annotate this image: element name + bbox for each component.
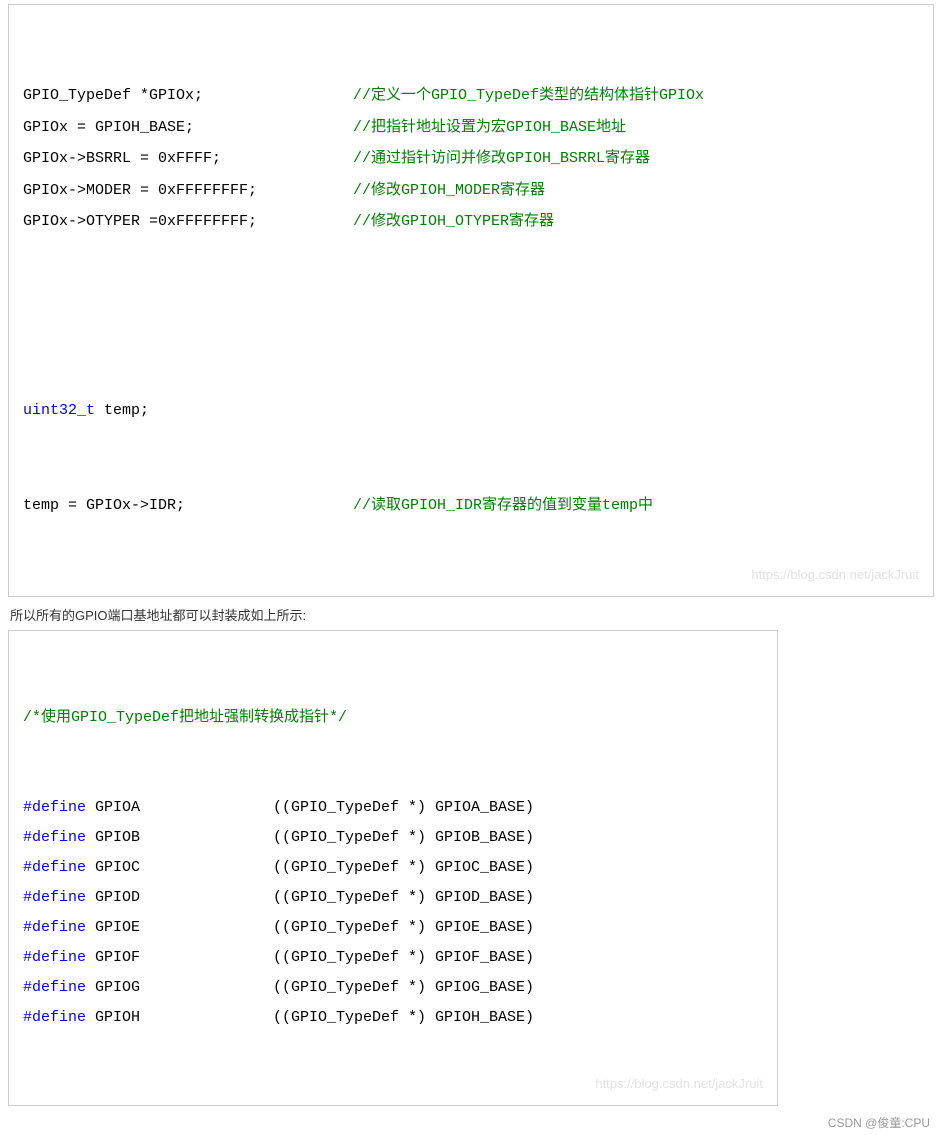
code-text: GPIOx = GPIOH_BASE;: [23, 112, 353, 144]
code-line-last: temp = GPIOx->IDR;//读取GPIOH_IDR寄存器的值到变量t…: [23, 490, 919, 522]
define-left: #define GPIOC: [23, 853, 273, 883]
code-comment: //把指针地址设置为宏GPIOH_BASE地址: [353, 112, 626, 144]
define-left: #define GPIOF: [23, 943, 273, 973]
define-left: #define GPIOB: [23, 823, 273, 853]
code-comment-line: /*使用GPIO_TypeDef把地址强制转换成指针*/: [23, 703, 763, 733]
macro-value: ((GPIO_TypeDef *) GPIOB_BASE): [273, 823, 534, 853]
watermark: https://blog.csdn.net/jackJruit: [595, 1071, 763, 1097]
code-block-2: /*使用GPIO_TypeDef把地址强制转换成指针*/ #define GPI…: [8, 630, 778, 1106]
watermark: https://blog.csdn.net/jackJruit: [751, 561, 919, 588]
macro-value: ((GPIO_TypeDef *) GPIOG_BASE): [273, 973, 534, 1003]
define-left: #define GPIOA: [23, 793, 273, 823]
macro-name: GPIOH: [95, 1009, 140, 1026]
macro-name: GPIOG: [95, 979, 140, 996]
define-keyword: #define: [23, 1009, 95, 1026]
code-line: GPIOx = GPIOH_BASE;//把指针地址设置为宏GPIOH_BASE…: [23, 112, 919, 144]
define-line: #define GPIOH((GPIO_TypeDef *) GPIOH_BAS…: [23, 1003, 763, 1033]
code-line: GPIO_TypeDef *GPIOx;//定义一个GPIO_TypeDef类型…: [23, 80, 919, 112]
macro-name: GPIOF: [95, 949, 140, 966]
define-line: #define GPIOB((GPIO_TypeDef *) GPIOB_BAS…: [23, 823, 763, 853]
code-lines-group: GPIO_TypeDef *GPIOx;//定义一个GPIO_TypeDef类型…: [23, 80, 919, 238]
define-keyword: #define: [23, 979, 95, 996]
decl-rest: temp;: [95, 402, 149, 419]
code-text: temp = GPIOx->IDR;: [23, 490, 353, 522]
code-comment: //通过指针访问并修改GPIOH_BSRRL寄存器: [353, 143, 650, 175]
macro-name: GPIOC: [95, 859, 140, 876]
code-text: GPIO_TypeDef *GPIOx;: [23, 80, 353, 112]
macro-name: GPIOA: [95, 799, 140, 816]
define-left: #define GPIOG: [23, 973, 273, 1003]
type-keyword: uint32_t: [23, 402, 95, 419]
define-lines-group: #define GPIOA((GPIO_TypeDef *) GPIOA_BAS…: [23, 793, 763, 1033]
define-left: #define GPIOE: [23, 913, 273, 943]
code-comment: //修改GPIOH_OTYPER寄存器: [353, 206, 554, 238]
define-keyword: #define: [23, 919, 95, 936]
define-line: #define GPIOA((GPIO_TypeDef *) GPIOA_BAS…: [23, 793, 763, 823]
define-left: #define GPIOH: [23, 1003, 273, 1033]
macro-value: ((GPIO_TypeDef *) GPIOH_BASE): [273, 1003, 534, 1033]
macro-value: ((GPIO_TypeDef *) GPIOE_BASE): [273, 913, 534, 943]
code-text: GPIOx->OTYPER =0xFFFFFFFF;: [23, 206, 353, 238]
code-comment: //修改GPIOH_MODER寄存器: [353, 175, 545, 207]
macro-value: ((GPIO_TypeDef *) GPIOF_BASE): [273, 943, 534, 973]
define-line: #define GPIOF((GPIO_TypeDef *) GPIOF_BAS…: [23, 943, 763, 973]
code-comment: //读取GPIOH_IDR寄存器的值到变量temp中: [353, 490, 653, 522]
code-line: GPIOx->OTYPER =0xFFFFFFFF;//修改GPIOH_OTYP…: [23, 206, 919, 238]
block-comment: /*使用GPIO_TypeDef把地址强制转换成指针*/: [23, 703, 347, 733]
code-blank-line: [23, 301, 919, 333]
define-keyword: #define: [23, 949, 95, 966]
define-keyword: #define: [23, 859, 95, 876]
macro-value: ((GPIO_TypeDef *) GPIOC_BASE): [273, 853, 534, 883]
define-keyword: #define: [23, 889, 95, 906]
code-line-decl: uint32_t temp;: [23, 395, 919, 427]
code-block-1: GPIO_TypeDef *GPIOx;//定义一个GPIO_TypeDef类型…: [8, 4, 934, 597]
define-keyword: #define: [23, 829, 95, 846]
define-line: #define GPIOC((GPIO_TypeDef *) GPIOC_BAS…: [23, 853, 763, 883]
define-line: #define GPIOD((GPIO_TypeDef *) GPIOD_BAS…: [23, 883, 763, 913]
footer-credit: CSDN @俊童:CPU: [8, 1114, 934, 1131]
macro-name: GPIOB: [95, 829, 140, 846]
macro-name: GPIOD: [95, 889, 140, 906]
define-left: #define GPIOD: [23, 883, 273, 913]
code-line: GPIOx->BSRRL = 0xFFFF;//通过指针访问并修改GPIOH_B…: [23, 143, 919, 175]
macro-value: ((GPIO_TypeDef *) GPIOD_BASE): [273, 883, 534, 913]
define-keyword: #define: [23, 799, 95, 816]
define-line: #define GPIOE((GPIO_TypeDef *) GPIOE_BAS…: [23, 913, 763, 943]
code-line: GPIOx->MODER = 0xFFFFFFFF;//修改GPIOH_MODE…: [23, 175, 919, 207]
code-text: GPIOx->MODER = 0xFFFFFFFF;: [23, 175, 353, 207]
define-line: #define GPIOG((GPIO_TypeDef *) GPIOG_BAS…: [23, 973, 763, 1003]
macro-value: ((GPIO_TypeDef *) GPIOA_BASE): [273, 793, 534, 823]
code-text: GPIOx->BSRRL = 0xFFFF;: [23, 143, 353, 175]
macro-name: GPIOE: [95, 919, 140, 936]
code-comment: //定义一个GPIO_TypeDef类型的结构体指针GPIOx: [353, 80, 704, 112]
caption-text: 所以所有的GPIO端口基地址都可以封装成如上所示:: [10, 605, 934, 624]
